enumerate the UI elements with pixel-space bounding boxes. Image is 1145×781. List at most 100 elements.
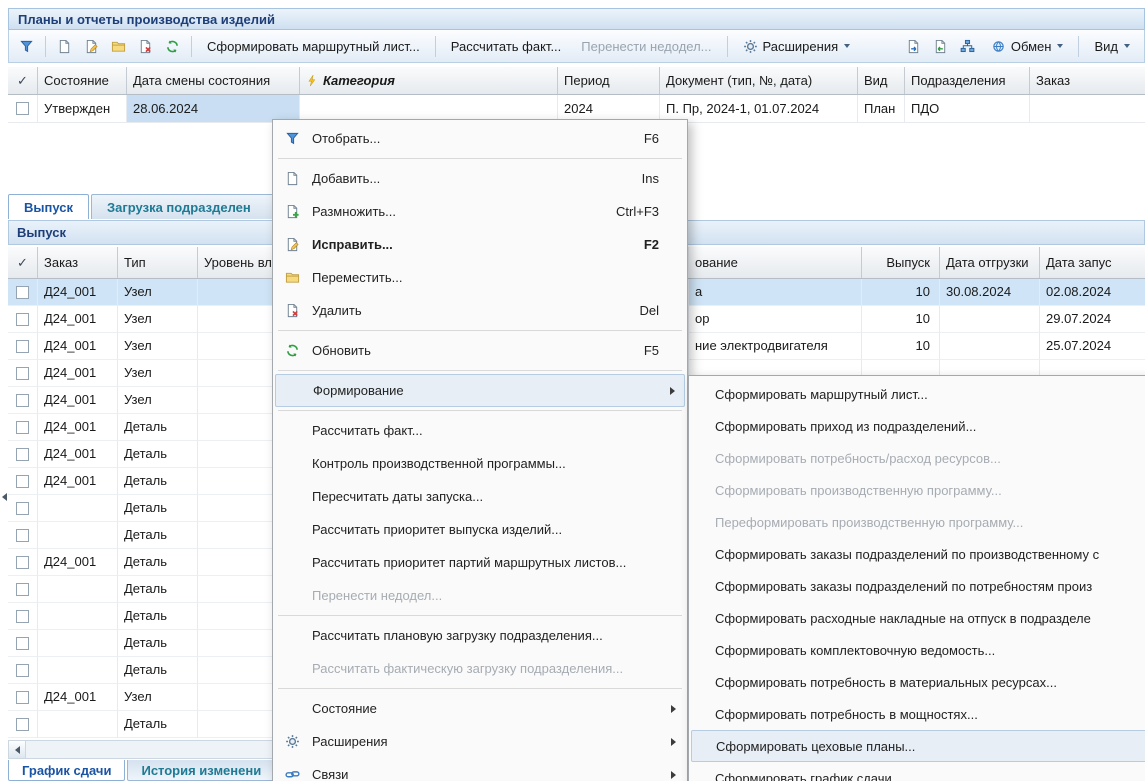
menu-item-links[interactable]: Связи (275, 758, 685, 781)
window-titlebar: Планы и отчеты производства изделий (8, 8, 1145, 30)
menu-item-formation[interactable]: Формирование (275, 374, 685, 407)
submenu-item-material-demand[interactable]: Сформировать потребность в материальных … (691, 666, 1145, 698)
row-checkbox[interactable] (8, 657, 38, 684)
submenu-item-incoming-from-departments[interactable]: Сформировать приход из подразделений... (691, 410, 1145, 442)
col-state-header[interactable]: Состояние (38, 67, 127, 94)
submenu-item-shop-plans[interactable]: Сформировать цеховые планы... (691, 730, 1145, 762)
export-document-button[interactable] (900, 34, 927, 59)
col-type-header[interactable]: Тип (118, 247, 198, 278)
add-document-icon (57, 39, 72, 54)
row-checkbox[interactable] (8, 468, 38, 495)
submenu-item-picking-list[interactable]: Сформировать комплектовочную ведомость..… (691, 634, 1145, 666)
col-order-header[interactable]: Заказ (1030, 67, 1145, 94)
checkbox (16, 502, 29, 515)
edit-document-button[interactable] (78, 34, 105, 59)
row-checkbox[interactable] (8, 603, 38, 630)
row-checkbox[interactable] (8, 630, 38, 657)
menu-item-filter[interactable]: Отобрать...F6 (275, 122, 685, 155)
globe-icon (991, 39, 1006, 54)
col-order-header[interactable]: Заказ (38, 247, 118, 278)
exchange-button[interactable]: Обмен (981, 35, 1074, 58)
move-document-button[interactable] (105, 34, 132, 59)
col-document-header[interactable]: Документ (тип, №, дата) (660, 67, 858, 94)
menu-item-refresh[interactable]: ОбновитьF5 (275, 334, 685, 367)
menu-item-move[interactable]: Переместить... (275, 261, 685, 294)
refresh-button[interactable] (159, 34, 186, 59)
menu-item-extensions[interactable]: Расширения (275, 725, 685, 758)
view-button[interactable]: Вид (1084, 35, 1140, 58)
cell-launch-date: 29.07.2024 (1040, 306, 1145, 333)
gear-icon (743, 39, 758, 54)
submenu-item-expense-invoices[interactable]: Сформировать расходные накладные на отпу… (691, 602, 1145, 634)
splitter-collapse-button[interactable] (0, 486, 8, 508)
cell-order (38, 495, 118, 522)
delete-document-button[interactable] (132, 34, 159, 59)
menu-item-product-priority[interactable]: Рассчитать приоритет выпуска изделий... (275, 513, 685, 546)
hierarchy-button[interactable] (954, 34, 981, 59)
tab-output[interactable]: Выпуск (8, 194, 89, 219)
row-checkbox[interactable] (8, 333, 38, 360)
cell-order (38, 657, 118, 684)
toolbar-separator (1078, 36, 1079, 57)
extensions-button[interactable]: Расширения (733, 35, 861, 58)
row-checkbox[interactable] (8, 360, 38, 387)
row-checkbox[interactable] (8, 684, 38, 711)
calc-fact-button[interactable]: Рассчитать факт... (441, 35, 572, 58)
submenu-item-capacity-demand[interactable]: Сформировать потребность в мощностях... (691, 698, 1145, 730)
menu-item-calc-fact[interactable]: Рассчитать факт... (275, 414, 685, 447)
row-checkbox[interactable] (8, 549, 38, 576)
col-state-date-header[interactable]: Дата смены состояния (127, 67, 300, 94)
export-document-icon (906, 39, 921, 54)
submenu-item-delivery-schedule[interactable]: Сформировать график сдачи... (691, 762, 1145, 781)
menu-item-calc-planned-load[interactable]: Рассчитать плановую загрузку подразделен… (275, 619, 685, 652)
row-checkbox[interactable] (8, 522, 38, 549)
tab-load[interactable]: Загрузка подразделен (91, 194, 291, 219)
col-category-header[interactable]: Категория (300, 67, 558, 94)
menu-item-route-batch-priority[interactable]: Рассчитать приоритет партий маршрутных л… (275, 546, 685, 579)
formation-submenu: Сформировать маршрутный лист... Сформиро… (688, 375, 1145, 781)
cell-order (38, 522, 118, 549)
col-check-header[interactable]: ✓ (8, 67, 38, 94)
col-output-header[interactable]: Выпуск (862, 247, 940, 278)
col-departments-header[interactable]: Подразделения (905, 67, 1030, 94)
col-launch-date-header[interactable]: Дата запус (1040, 247, 1145, 278)
col-name-header[interactable]: ование (688, 247, 862, 278)
import-document-button[interactable] (927, 34, 954, 59)
scroll-left-button[interactable] (9, 741, 26, 758)
add-document-button[interactable] (51, 34, 78, 59)
filter-button[interactable] (13, 34, 40, 59)
row-checkbox[interactable] (8, 441, 38, 468)
checkbox (16, 718, 29, 731)
row-checkbox[interactable] (8, 306, 38, 333)
row-checkbox[interactable] (8, 95, 38, 123)
submenu-item-route-sheet[interactable]: Сформировать маршрутный лист... (691, 378, 1145, 410)
cell-type: Деталь (118, 549, 198, 576)
cell-type: Деталь (118, 630, 198, 657)
submenu-item-department-orders-by-structure[interactable]: Сформировать заказы подразделений по про… (691, 538, 1145, 570)
col-kind-header[interactable]: Вид (858, 67, 905, 94)
route-sheet-button[interactable]: Сформировать маршрутный лист... (197, 35, 430, 58)
col-check-header[interactable]: ✓ (8, 247, 38, 278)
menu-item-state[interactable]: Состояние (275, 692, 685, 725)
tab-delivery-schedule[interactable]: График сдачи (8, 760, 125, 781)
row-checkbox[interactable] (8, 711, 38, 738)
row-checkbox[interactable] (8, 495, 38, 522)
checkbox (16, 556, 29, 569)
menu-item-delete[interactable]: УдалитьDel (275, 294, 685, 327)
cell-order (38, 711, 118, 738)
menu-item-program-control[interactable]: Контроль производственной программы... (275, 447, 685, 480)
row-checkbox[interactable] (8, 414, 38, 441)
menu-item-add[interactable]: Добавить...Ins (275, 162, 685, 195)
row-checkbox[interactable] (8, 387, 38, 414)
menu-item-edit[interactable]: Исправить...F2 (275, 228, 685, 261)
col-period-header[interactable]: Период (558, 67, 660, 94)
checkbox (16, 583, 29, 596)
col-ship-date-header[interactable]: Дата отгрузки (940, 247, 1040, 278)
row-checkbox[interactable] (8, 279, 38, 306)
menu-item-recalc-launch-dates[interactable]: Пересчитать даты запуска... (275, 480, 685, 513)
row-checkbox[interactable] (8, 576, 38, 603)
toolbar-separator (45, 36, 46, 57)
add-document-icon (279, 171, 305, 186)
submenu-item-department-orders-by-demand[interactable]: Сформировать заказы подразделений по пот… (691, 570, 1145, 602)
menu-item-duplicate[interactable]: Размножить...Ctrl+F3 (275, 195, 685, 228)
